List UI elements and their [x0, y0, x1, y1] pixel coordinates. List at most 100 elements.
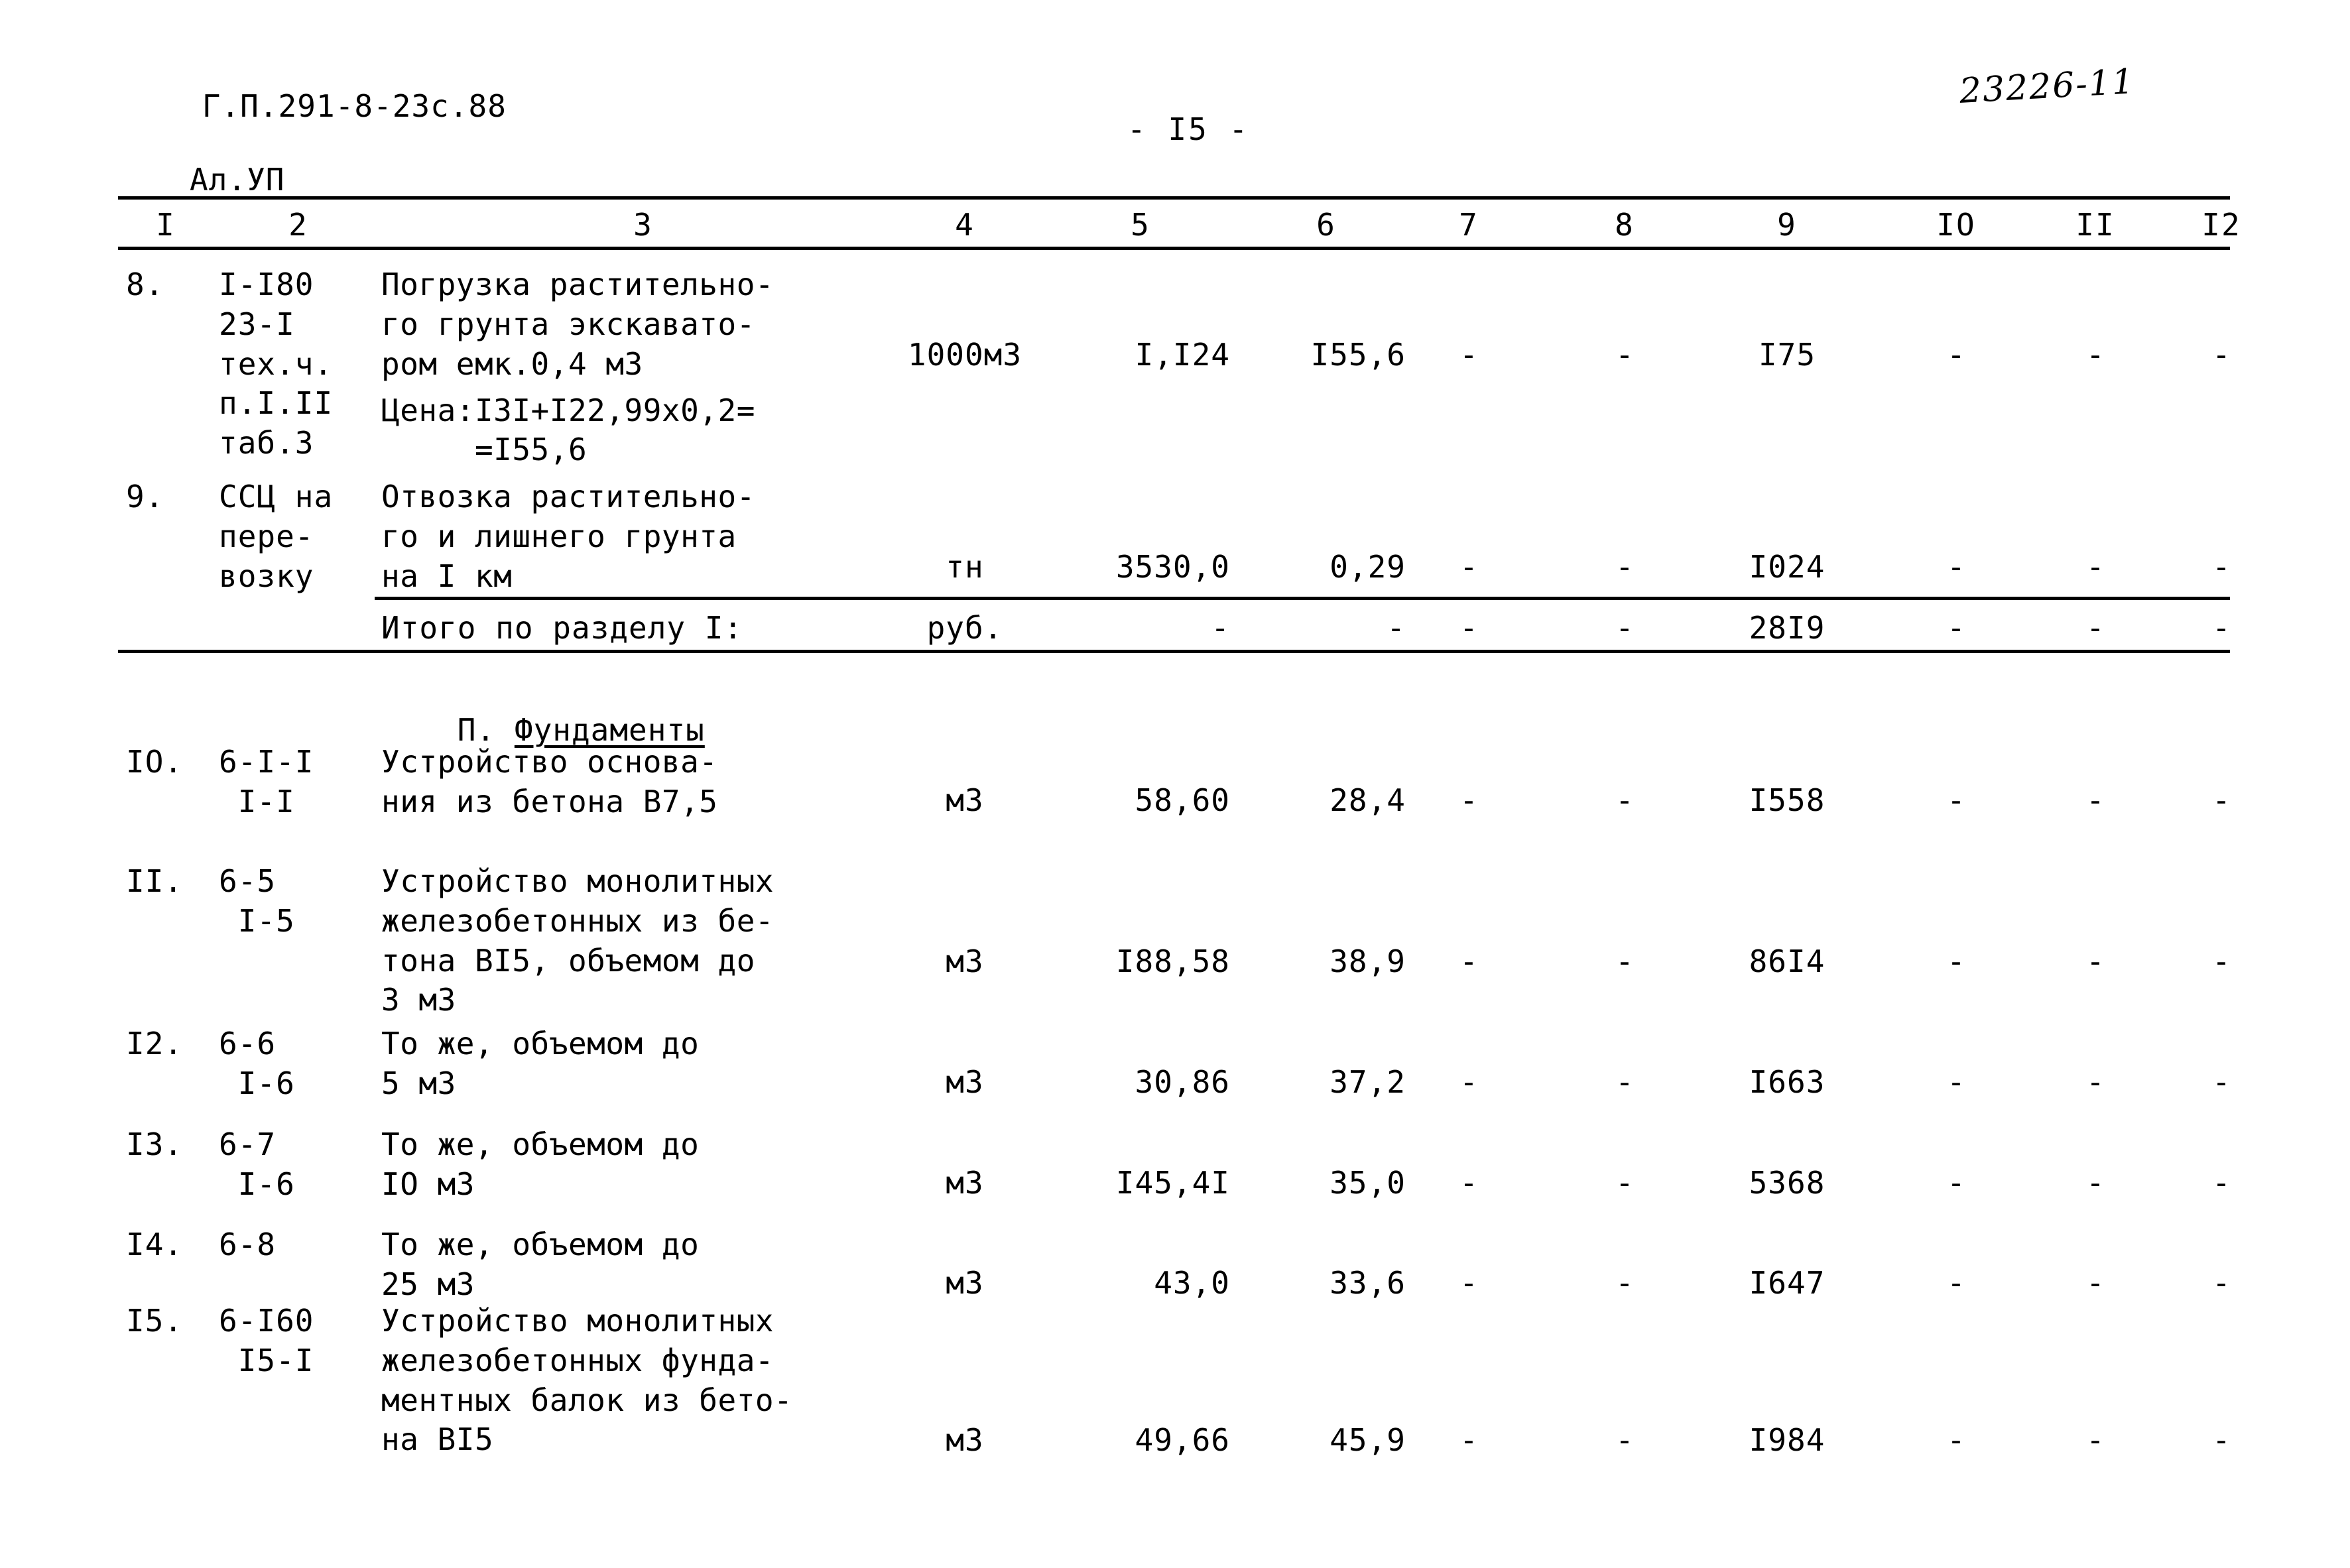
row-col12: - [2155, 782, 2288, 818]
row-number: II. [126, 862, 206, 902]
doc-code-line1: Г.П.291-8-23с.88 [202, 88, 507, 124]
row-col11: - [2029, 337, 2162, 373]
row-price: 28,4 [1247, 782, 1406, 818]
row-col10: - [1890, 782, 2022, 818]
row-unit: м3 [889, 1064, 1041, 1100]
row-col8: - [1558, 1265, 1691, 1301]
row-col9: I75 [1694, 337, 1880, 373]
row-number: I4. [126, 1225, 206, 1265]
row-col12: - [2155, 1265, 2288, 1301]
row-unit: м3 [889, 1165, 1041, 1201]
row-qty: 43,0 [1038, 1265, 1230, 1301]
row-qty: I88,58 [1038, 943, 1230, 979]
page-number: - I5 - [1127, 111, 1249, 147]
subtotal-col12: - [2155, 610, 2288, 646]
row-description: То же, объемом до IO м3 [381, 1125, 905, 1205]
row-code: ССЦ на пере- возку [219, 477, 378, 596]
row-col10: - [1890, 1165, 2022, 1201]
column-header-7: 7 [1402, 207, 1535, 243]
row-code: 6-7 I-6 [219, 1125, 378, 1205]
row-col7: - [1402, 943, 1535, 979]
row-code: I-I80 23-I тех.ч. п.I.II таб.3 [219, 265, 378, 463]
row-number: 9. [126, 477, 206, 517]
row-code: 6-5 I-5 [219, 862, 378, 941]
row-col8: - [1558, 337, 1691, 373]
row-col9: I663 [1694, 1064, 1880, 1100]
document-page: Г.П.291-8-23с.88 Ал.УП - I5 - 23226-11 I… [0, 0, 2350, 1568]
row-description: Устройство монолитных железобетонных из … [381, 862, 905, 1020]
row-description: Устройство основа- ния из бетона В7,5 [381, 743, 905, 822]
row-col10: - [1890, 1064, 2022, 1100]
row-price: 33,6 [1247, 1265, 1406, 1301]
table-header-rule [118, 247, 2230, 250]
row-col9: I984 [1694, 1422, 1880, 1458]
row-unit: м3 [889, 943, 1041, 979]
row-price: 45,9 [1247, 1422, 1406, 1458]
row-col9: I647 [1694, 1265, 1880, 1301]
row-col8: - [1558, 549, 1691, 585]
subtotal-qty: - [1038, 610, 1230, 646]
row-description: Устройство монолитных железобетонных фун… [381, 1301, 905, 1460]
row-price: 0,29 [1247, 549, 1406, 585]
row-col7: - [1402, 782, 1535, 818]
row-col7: - [1402, 1165, 1535, 1201]
column-header-12: I2 [2155, 207, 2288, 243]
column-header-1: I [126, 207, 206, 243]
row-price: 35,0 [1247, 1165, 1406, 1201]
row-qty: 3530,0 [1038, 549, 1230, 585]
row-col7: - [1402, 1422, 1535, 1458]
table-top-rule [118, 196, 2230, 200]
subtotal-col9: 28I9 [1694, 610, 1880, 646]
row-description: То же, объемом до 5 м3 [381, 1024, 905, 1104]
column-header-5: 5 [1051, 207, 1230, 243]
row-col8: - [1558, 782, 1691, 818]
column-header-4: 4 [889, 207, 1041, 243]
subtotal-unit: руб. [889, 610, 1041, 646]
subtotal-col10: - [1890, 610, 2022, 646]
row-qty: 58,60 [1038, 782, 1230, 818]
row-unit: 1000м3 [889, 337, 1041, 373]
handwritten-reference: 23226-11 [1958, 62, 2136, 111]
row-unit: м3 [889, 1265, 1041, 1301]
subtotal-col7: - [1402, 610, 1535, 646]
row-col12: - [2155, 337, 2288, 373]
subtotal-col11: - [2029, 610, 2162, 646]
subtotal-col8: - [1558, 610, 1691, 646]
row-unit: м3 [889, 782, 1041, 818]
row-code: 6-6 I-6 [219, 1024, 378, 1104]
column-header-9: 9 [1694, 207, 1880, 243]
row-code: 6-I-I I-I [219, 743, 378, 822]
row-description: Погрузка растительно- го грунта экскават… [381, 265, 905, 384]
row-col10: - [1890, 337, 2022, 373]
row-col11: - [2029, 549, 2162, 585]
column-header-8: 8 [1558, 207, 1691, 243]
column-header-11: II [2029, 207, 2162, 243]
column-header-3: 3 [381, 207, 905, 243]
row-unit: тн [889, 549, 1041, 585]
row-col8: - [1558, 1165, 1691, 1201]
row-code: 6-I60 I5-I [219, 1301, 378, 1381]
row-col7: - [1402, 1064, 1535, 1100]
row-qty: 49,66 [1038, 1422, 1230, 1458]
row-col9: I558 [1694, 782, 1880, 818]
row-code: 6-8 [219, 1225, 378, 1265]
row-qty: I45,4I [1038, 1165, 1230, 1201]
row-qty: I,I24 [1038, 337, 1230, 373]
row-description: Отвозка растительно- го и лишнего грунта… [381, 477, 905, 596]
row-col10: - [1890, 1422, 2022, 1458]
row-col12: - [2155, 1165, 2288, 1201]
row-col8: - [1558, 943, 1691, 979]
row-qty: 30,86 [1038, 1064, 1230, 1100]
row-col12: - [2155, 1422, 2288, 1458]
row-col10: - [1890, 1265, 2022, 1301]
row-col7: - [1402, 549, 1535, 585]
row-col7: - [1402, 337, 1535, 373]
row-col7: - [1402, 1265, 1535, 1301]
row-number: I5. [126, 1301, 206, 1341]
row-number: 8. [126, 265, 206, 305]
row-col11: - [2029, 943, 2162, 979]
row-description: То же, объемом до 25 м3 [381, 1225, 905, 1305]
row-number: IO. [126, 743, 206, 782]
doc-code-line2: Ал.УП [126, 162, 507, 198]
row-unit: м3 [889, 1422, 1041, 1458]
